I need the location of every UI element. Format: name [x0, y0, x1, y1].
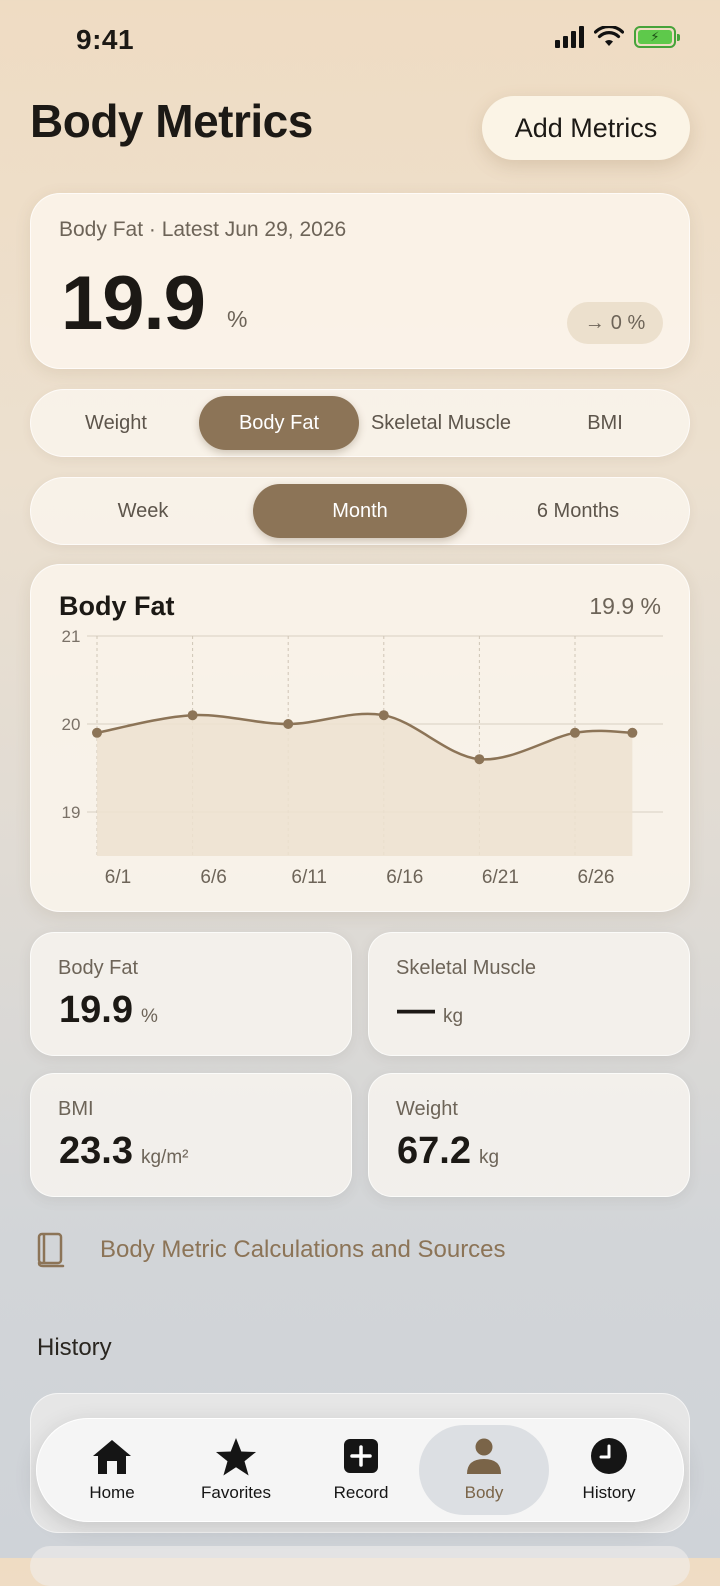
change-badge: → 0 %	[567, 302, 663, 344]
tile-value: —	[397, 989, 435, 1031]
tab-week[interactable]: Week	[31, 478, 255, 544]
book-icon	[37, 1232, 65, 1268]
summary-value: 19.9	[61, 261, 206, 346]
sources-link-label: Body Metric Calculations and Sources	[100, 1236, 506, 1263]
change-value: 0 %	[610, 311, 646, 334]
tabbar-home-label: Home	[89, 1483, 135, 1502]
tile-value: 23.3	[59, 1130, 133, 1172]
tab-month[interactable]: Month	[253, 484, 467, 538]
data-point	[187, 710, 198, 721]
tab-skeletal-muscle[interactable]: Skeletal Muscle	[361, 390, 521, 456]
x-tick-label: 6/6	[200, 867, 226, 888]
x-tick-label: 6/21	[482, 867, 519, 888]
x-tick-label: 6/1	[105, 867, 131, 888]
add-metrics-button[interactable]: Add Metrics	[482, 96, 690, 160]
tabbar-body[interactable]: Body	[419, 1425, 549, 1515]
tile-label: BMI	[58, 1098, 94, 1120]
area-fill	[97, 713, 633, 856]
tile-body-fat[interactable]: Body Fat 19.9%	[30, 932, 352, 1056]
tile-unit: kg	[443, 1006, 464, 1027]
chart-title: Body Fat	[59, 591, 175, 621]
tab-body-fat[interactable]: Body Fat	[199, 396, 359, 450]
x-tick-label: 6/16	[386, 867, 423, 888]
summary-subtitle: Body Fat · Latest Jun 29, 2026	[59, 218, 347, 241]
tile-label: Body Fat	[58, 957, 139, 979]
arrow-right-icon: →	[584, 311, 605, 334]
data-point	[92, 727, 102, 738]
tab-bmi[interactable]: BMI	[525, 390, 685, 456]
tile-value-container: 23.3 kg/m²	[59, 1130, 188, 1173]
sources-link[interactable]: Body Metric Calculations and Sources	[36, 1232, 506, 1268]
star-icon	[216, 1438, 256, 1476]
tile-value: 67.2	[397, 1130, 471, 1172]
tile-weight[interactable]: Weight 67.2 kg	[368, 1073, 690, 1197]
home-icon	[93, 1440, 131, 1474]
tile-unit: %	[140, 1006, 158, 1027]
tabbar-favorites[interactable]: Favorites	[171, 1425, 301, 1515]
summary-unit: %	[227, 306, 248, 332]
tile-unit: kg/m²	[140, 1147, 189, 1168]
wifi-icon	[594, 26, 624, 46]
clock-icon	[591, 1438, 627, 1474]
battery-icon: ⚡	[634, 26, 680, 48]
tile-label: Weight	[396, 1098, 458, 1120]
page-title: Body Metrics	[30, 95, 313, 147]
status-icons: ⚡	[555, 26, 680, 48]
tabbar-favorites-label: Favorites	[201, 1483, 271, 1502]
chart-current-value: 19.9 %	[589, 593, 661, 619]
cellular-signal-icon	[555, 26, 584, 48]
chart-card: 21 20 19 6/1 6/6 6/11 6/16 6/21 6/26 Body Fat 19…	[30, 564, 690, 912]
tabbar-home[interactable]: Home	[47, 1425, 177, 1515]
y-tick-label: 21	[62, 627, 81, 646]
tab-weight[interactable]: Weight	[31, 390, 201, 456]
tile-skeletal-muscle[interactable]: Skeletal Muscle — kg	[368, 932, 690, 1056]
data-point	[627, 727, 638, 738]
data-point	[474, 754, 485, 765]
tab-6-months[interactable]: 6 Months	[469, 478, 687, 544]
metric-segmented-control: Weight Body Fat Skeletal Muscle BMI	[30, 389, 690, 457]
status-time: 9:41	[76, 24, 135, 55]
range-segmented-control: Week Month 6 Months	[30, 477, 690, 545]
plus-square-icon	[344, 1439, 378, 1473]
summary-card: Body Fat · Latest Jun 29, 2026 19.9 % → …	[30, 193, 690, 369]
x-tick-label: 6/26	[578, 867, 615, 888]
tile-bmi[interactable]: BMI 23.3 kg/m²	[30, 1073, 352, 1197]
tile-unit: kg	[478, 1147, 500, 1168]
x-tick-label: 6/11	[291, 867, 327, 888]
data-point	[378, 710, 389, 721]
tabbar-history-label: History	[582, 1483, 636, 1502]
tile-value-container: — kg	[397, 989, 463, 1032]
tab-bar: Home Favorites Record Body History	[36, 1418, 684, 1522]
y-tick-label: 20	[62, 715, 81, 734]
tabbar-history[interactable]: History	[544, 1425, 674, 1515]
history-heading: History	[37, 1334, 112, 1361]
person-icon	[467, 1438, 501, 1474]
history-card[interactable]	[30, 1546, 690, 1586]
tile-value-container: 67.2 kg	[397, 1130, 499, 1173]
tabbar-record-label: Record	[333, 1483, 389, 1502]
data-point	[283, 719, 294, 729]
tabbar-record[interactable]: Record	[296, 1425, 426, 1515]
y-tick-label: 19	[62, 803, 81, 822]
tile-value: 19.9	[59, 989, 133, 1031]
tile-label: Skeletal Muscle	[396, 957, 537, 979]
tabbar-body-label: Body	[464, 1483, 504, 1502]
data-point	[570, 727, 580, 738]
tile-value-container: 19.9%	[59, 989, 158, 1032]
